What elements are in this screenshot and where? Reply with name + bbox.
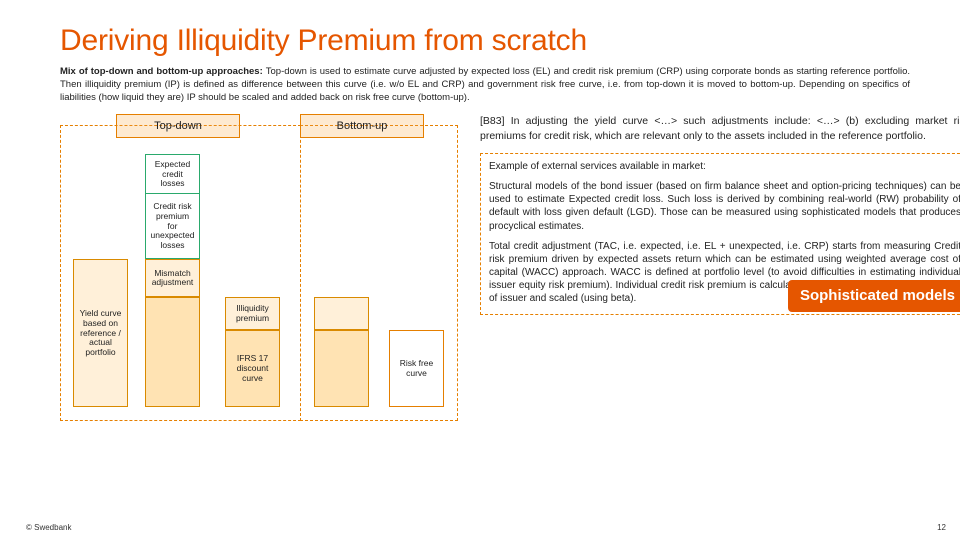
bar-bottomup-residual [314,330,369,407]
callout-heading: Example of external services available i… [489,160,960,173]
callout-paragraph-1: Structural models of the bond issuer (ba… [489,180,960,233]
standard-quote: [B83] In adjusting the yield curve <…> s… [480,114,960,142]
bar-credit-risk-premium: Credit risk premium for unexpected losse… [145,193,200,259]
decomposition-diagram: Top-down Bottom-up Yield curve based on … [60,114,460,454]
bar-mismatch-adjustment: Mismatch adjustment [145,259,200,297]
page-number: 12 [937,523,946,532]
bar-bottomup-illiquidity [314,297,369,330]
bar-topdown-residual [145,297,200,407]
bar-yield-curve: Yield curve based on reference / actual … [73,259,128,407]
bar-expected-credit-loss: Expected credit losses [145,154,200,194]
copyright-footer: © Swedbank [26,523,71,532]
bar-illiquidity-premium: Illiquidity premium [225,297,280,330]
sophisticated-models-badge: Sophisticated models [788,280,960,312]
bar-risk-free-curve: Risk free curve [389,330,444,407]
header-topdown: Top-down [116,114,240,138]
external-services-callout: Example of external services available i… [480,153,960,315]
header-bottomup: Bottom-up [300,114,424,138]
intro-lead: Mix of top-down and bottom-up approaches… [60,66,266,77]
bar-ifrs17-curve: IFRS 17 discount curve [225,330,280,407]
intro-paragraph: Mix of top-down and bottom-up approaches… [60,66,920,104]
slide-title: Deriving Illiquidity Premium from scratc… [60,24,920,58]
